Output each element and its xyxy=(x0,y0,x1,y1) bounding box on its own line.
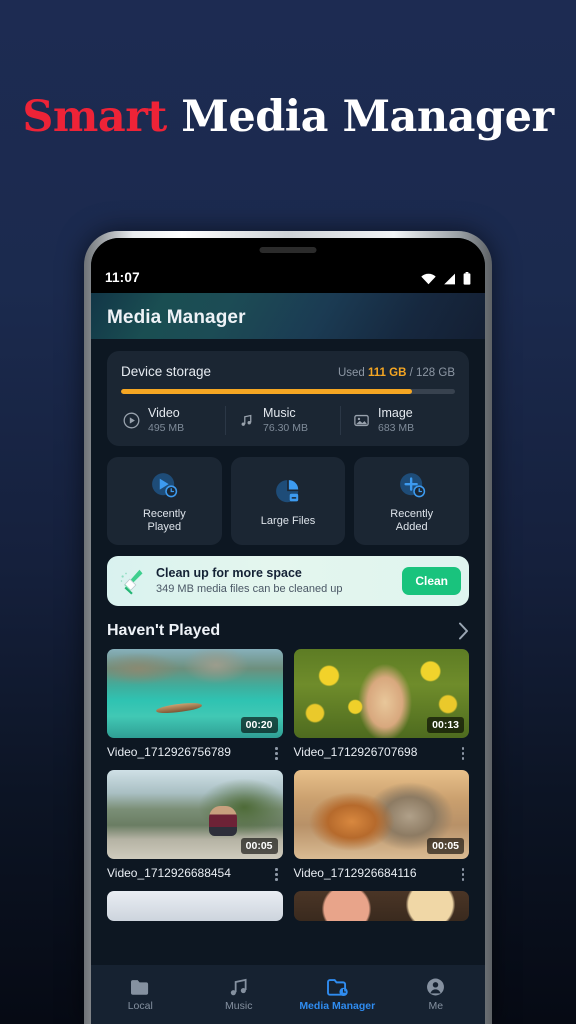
bottom-navigation: Local Music Media Manager Me xyxy=(91,965,485,1024)
page-title-rest: Media Manager xyxy=(166,92,554,142)
wifi-icon xyxy=(421,273,436,284)
video-name: Video_1712926684116 xyxy=(293,866,417,881)
nav-label: Music xyxy=(225,999,253,1012)
storage-category-name: Video xyxy=(148,406,180,420)
speaker-grille xyxy=(259,247,317,253)
storage-progress-fill xyxy=(121,389,412,394)
video-meta: Video_1712926707698 xyxy=(294,744,470,762)
video-grid-next-row xyxy=(107,891,469,922)
nav-label: Local xyxy=(127,999,153,1012)
cleanup-subtitle: 349 MB media files can be cleaned up xyxy=(156,582,343,595)
video-play-icon xyxy=(123,412,140,429)
nav-label: Media Manager xyxy=(299,999,376,1012)
nav-item-local[interactable]: Local xyxy=(91,978,190,1012)
music-note-icon xyxy=(241,414,252,426)
section-title: Haven't Played xyxy=(107,622,221,640)
phone-screen: 11:07 Media Manager Device storage Used … xyxy=(91,238,485,1024)
video-thumbnail[interactable]: 00:20 xyxy=(107,649,283,739)
plus-clock-icon xyxy=(399,472,425,498)
quick-action-tiles: Recently Played Large Files Recently Add… xyxy=(107,457,470,546)
storage-category-size: 495 MB xyxy=(148,421,185,434)
more-options-icon[interactable] xyxy=(271,865,283,883)
battery-icon xyxy=(463,272,471,285)
storage-usage-text: Used 111 GB / 128 GB xyxy=(338,367,455,379)
video-name: Video_1712926756789 xyxy=(107,745,231,760)
storage-category-name: Music xyxy=(263,406,296,420)
video-item[interactable]: 00:05 Video_1712926684116 xyxy=(293,770,470,883)
chevron-right-icon[interactable] xyxy=(458,622,469,640)
video-item[interactable]: 00:20 Video_1712926756789 xyxy=(107,649,283,762)
havent-played-header[interactable]: Haven't Played xyxy=(107,622,469,640)
video-name: Video_1712926707698 xyxy=(293,745,418,760)
play-clock-icon xyxy=(152,472,178,498)
tile-large-files[interactable]: Large Files xyxy=(230,457,346,546)
more-options-icon[interactable] xyxy=(271,744,283,762)
video-meta: Video_1712926688454 xyxy=(107,865,283,883)
tile-recently-added[interactable]: Recently Added xyxy=(354,457,470,546)
nav-item-media-manager[interactable]: Media Manager xyxy=(288,978,387,1012)
video-name: Video_1712926688454 xyxy=(107,866,231,881)
storage-category-size: 683 MB xyxy=(378,421,415,434)
storage-category-name: Image xyxy=(378,406,413,420)
video-meta: Video_1712926756789 xyxy=(107,744,283,762)
video-duration: 00:13 xyxy=(427,717,464,734)
status-bar: 11:07 xyxy=(91,238,485,293)
app-header: Media Manager xyxy=(91,293,485,339)
music-note-icon xyxy=(231,978,247,995)
nav-label: Me xyxy=(428,1000,444,1012)
status-bar-icons xyxy=(421,272,471,285)
device-storage-card[interactable]: Device storage Used 111 GB / 128 GB Vide… xyxy=(107,351,469,447)
tile-recently-played[interactable]: Recently Played xyxy=(107,457,222,546)
phone-frame: 11:07 Media Manager Device storage Used … xyxy=(84,231,492,1024)
video-duration: 00:05 xyxy=(240,838,278,855)
video-duration: 00:05 xyxy=(427,838,464,855)
storage-card-header: Device storage Used 111 GB / 128 GB xyxy=(121,364,455,379)
storage-progress-track xyxy=(121,389,455,394)
video-meta: Video_1712926684116 xyxy=(294,865,470,883)
image-icon xyxy=(354,415,369,427)
storage-categories: Video 495 MB Music 76.30 MB Image 683 MB xyxy=(121,406,455,436)
media-manager-icon xyxy=(326,978,348,996)
more-options-icon[interactable] xyxy=(457,865,469,883)
video-thumbnail[interactable] xyxy=(293,891,469,922)
storage-category-image[interactable]: Image 683 MB xyxy=(340,406,455,436)
storage-category-music[interactable]: Music 76.30 MB xyxy=(225,406,340,436)
signal-icon xyxy=(444,273,455,284)
person-icon xyxy=(427,978,445,996)
cleanup-banner[interactable]: Clean up for more space 349 MB media fil… xyxy=(107,556,469,607)
video-grid: 00:20 Video_1712926756789 00:13 Video_17… xyxy=(107,649,469,883)
pie-chart-icon xyxy=(276,479,299,502)
clean-button[interactable]: Clean xyxy=(402,567,461,596)
storage-used-prefix: Used xyxy=(337,367,369,379)
page-title: Smart Media Manager xyxy=(0,92,576,142)
tile-label: Recently Played xyxy=(142,507,186,534)
status-bar-clock: 11:07 xyxy=(105,270,140,285)
more-options-icon[interactable] xyxy=(457,744,469,762)
storage-total: / 128 GB xyxy=(406,367,455,379)
video-thumbnail[interactable]: 00:05 xyxy=(107,770,283,860)
tile-label: Large Files xyxy=(260,514,316,527)
video-duration: 00:20 xyxy=(240,717,278,734)
storage-label: Device storage xyxy=(121,364,212,379)
storage-used-value: 111 GB xyxy=(368,367,407,379)
cleanup-text: Clean up for more space 349 MB media fil… xyxy=(156,566,393,596)
tile-label: Recently Added xyxy=(390,507,434,534)
video-thumbnail[interactable] xyxy=(107,891,283,922)
video-item[interactable]: 00:13 Video_1712926707698 xyxy=(293,649,470,762)
storage-category-size: 76.30 MB xyxy=(263,421,308,434)
folder-icon xyxy=(130,979,148,995)
storage-category-video[interactable]: Video 495 MB xyxy=(121,406,225,435)
app-title: Media Manager xyxy=(107,307,246,328)
cleanup-title: Clean up for more space xyxy=(156,566,302,581)
nav-item-music[interactable]: Music xyxy=(190,978,289,1012)
video-item[interactable]: 00:05 Video_1712926688454 xyxy=(107,770,283,883)
nav-item-me[interactable]: Me xyxy=(387,977,486,1012)
video-thumbnail[interactable]: 00:05 xyxy=(293,770,469,860)
video-thumbnail[interactable]: 00:13 xyxy=(293,649,469,739)
broom-icon xyxy=(120,570,143,595)
page-title-accent: Smart xyxy=(22,92,167,142)
